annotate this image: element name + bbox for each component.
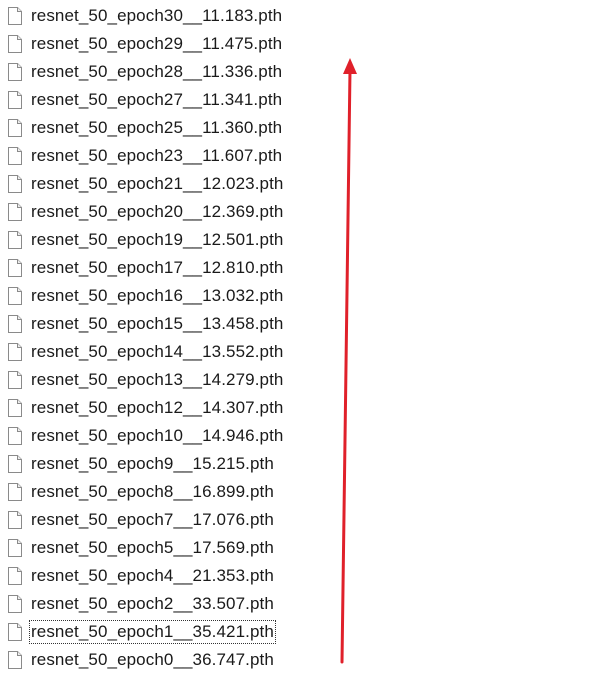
file-list-item[interactable]: resnet_50_epoch19__12.501.pth [0,226,320,254]
document-file-icon [8,623,22,641]
document-file-icon [8,483,22,501]
file-name: resnet_50_epoch20__12.369.pth [31,202,284,221]
file-name: resnet_50_epoch27__11.341.pth [31,90,283,109]
file-list-item[interactable]: resnet_50_epoch5__17.569.pth [0,534,320,562]
file-name: resnet_50_epoch10__14.946.pth [31,426,284,445]
file-name: resnet_50_epoch16__13.032.pth [31,286,284,305]
document-file-icon [8,567,22,585]
file-name: resnet_50_epoch5__17.569.pth [31,538,274,557]
file-list-item[interactable]: resnet_50_epoch25__11.360.pth [0,114,320,142]
file-name: resnet_50_epoch2__33.507.pth [31,594,274,613]
file-list-item[interactable]: resnet_50_epoch1__35.421.pth [0,618,320,646]
document-file-icon [8,539,22,557]
file-list-item[interactable]: resnet_50_epoch10__14.946.pth [0,422,320,450]
arrow-shaft [340,68,352,664]
document-file-icon [8,511,22,529]
file-list-item[interactable]: resnet_50_epoch0__36.747.pth [0,646,320,674]
document-file-icon [8,63,22,81]
document-file-icon [8,343,22,361]
file-list-item[interactable]: resnet_50_epoch7__17.076.pth [0,506,320,534]
document-file-icon [8,287,22,305]
file-list-item[interactable]: resnet_50_epoch2__33.507.pth [0,590,320,618]
file-name: resnet_50_epoch9__15.215.pth [31,454,274,473]
file-name: resnet_50_epoch0__36.747.pth [31,650,274,669]
file-list-item[interactable]: resnet_50_epoch28__11.336.pth [0,58,320,86]
document-file-icon [8,7,22,25]
file-name: resnet_50_epoch25__11.360.pth [31,118,283,137]
file-list-item[interactable]: resnet_50_epoch16__13.032.pth [0,282,320,310]
document-file-icon [8,203,22,221]
file-list: resnet_50_epoch30__11.183.pth resnet_50_… [0,2,320,674]
document-file-icon [8,315,22,333]
file-name: resnet_50_epoch30__11.183.pth [31,6,283,25]
file-name: resnet_50_epoch13__14.279.pth [31,370,284,389]
document-file-icon [8,651,22,669]
document-file-icon [8,399,22,417]
file-list-item[interactable]: resnet_50_epoch30__11.183.pth [0,2,320,30]
file-list-item[interactable]: resnet_50_epoch14__13.552.pth [0,338,320,366]
file-name: resnet_50_epoch19__12.501.pth [31,230,284,249]
document-file-icon [8,119,22,137]
file-list-item[interactable]: resnet_50_epoch29__11.475.pth [0,30,320,58]
file-name: resnet_50_epoch12__14.307.pth [31,398,284,417]
file-list-item[interactable]: resnet_50_epoch9__15.215.pth [0,450,320,478]
file-list-item[interactable]: resnet_50_epoch23__11.607.pth [0,142,320,170]
file-name: resnet_50_epoch23__11.607.pth [31,146,283,165]
file-name: resnet_50_epoch15__13.458.pth [31,314,284,333]
file-name: resnet_50_epoch29__11.475.pth [31,34,283,53]
file-name: resnet_50_epoch28__11.336.pth [31,62,283,81]
document-file-icon [8,175,22,193]
file-list-item[interactable]: resnet_50_epoch8__16.899.pth [0,478,320,506]
document-file-icon [8,259,22,277]
file-list-item[interactable]: resnet_50_epoch15__13.458.pth [0,310,320,338]
file-name: resnet_50_epoch4__21.353.pth [31,566,274,585]
document-file-icon [8,231,22,249]
file-name: resnet_50_epoch21__12.023.pth [31,174,284,193]
file-list-item[interactable]: resnet_50_epoch21__12.023.pth [0,170,320,198]
file-name: resnet_50_epoch8__16.899.pth [31,482,274,501]
file-list-item[interactable]: resnet_50_epoch13__14.279.pth [0,366,320,394]
file-list-item[interactable]: resnet_50_epoch27__11.341.pth [0,86,320,114]
document-file-icon [8,427,22,445]
file-list-item[interactable]: resnet_50_epoch20__12.369.pth [0,198,320,226]
file-list-item[interactable]: resnet_50_epoch17__12.810.pth [0,254,320,282]
file-name: resnet_50_epoch1__35.421.pth [29,620,276,644]
document-file-icon [8,371,22,389]
file-name: resnet_50_epoch7__17.076.pth [31,510,274,529]
file-list-item[interactable]: resnet_50_epoch12__14.307.pth [0,394,320,422]
arrow-head-icon [343,58,357,74]
document-file-icon [8,35,22,53]
document-file-icon [8,91,22,109]
document-file-icon [8,455,22,473]
document-file-icon [8,147,22,165]
file-name: resnet_50_epoch14__13.552.pth [31,342,284,361]
document-file-icon [8,595,22,613]
file-list-item[interactable]: resnet_50_epoch4__21.353.pth [0,562,320,590]
file-name: resnet_50_epoch17__12.810.pth [31,258,284,277]
